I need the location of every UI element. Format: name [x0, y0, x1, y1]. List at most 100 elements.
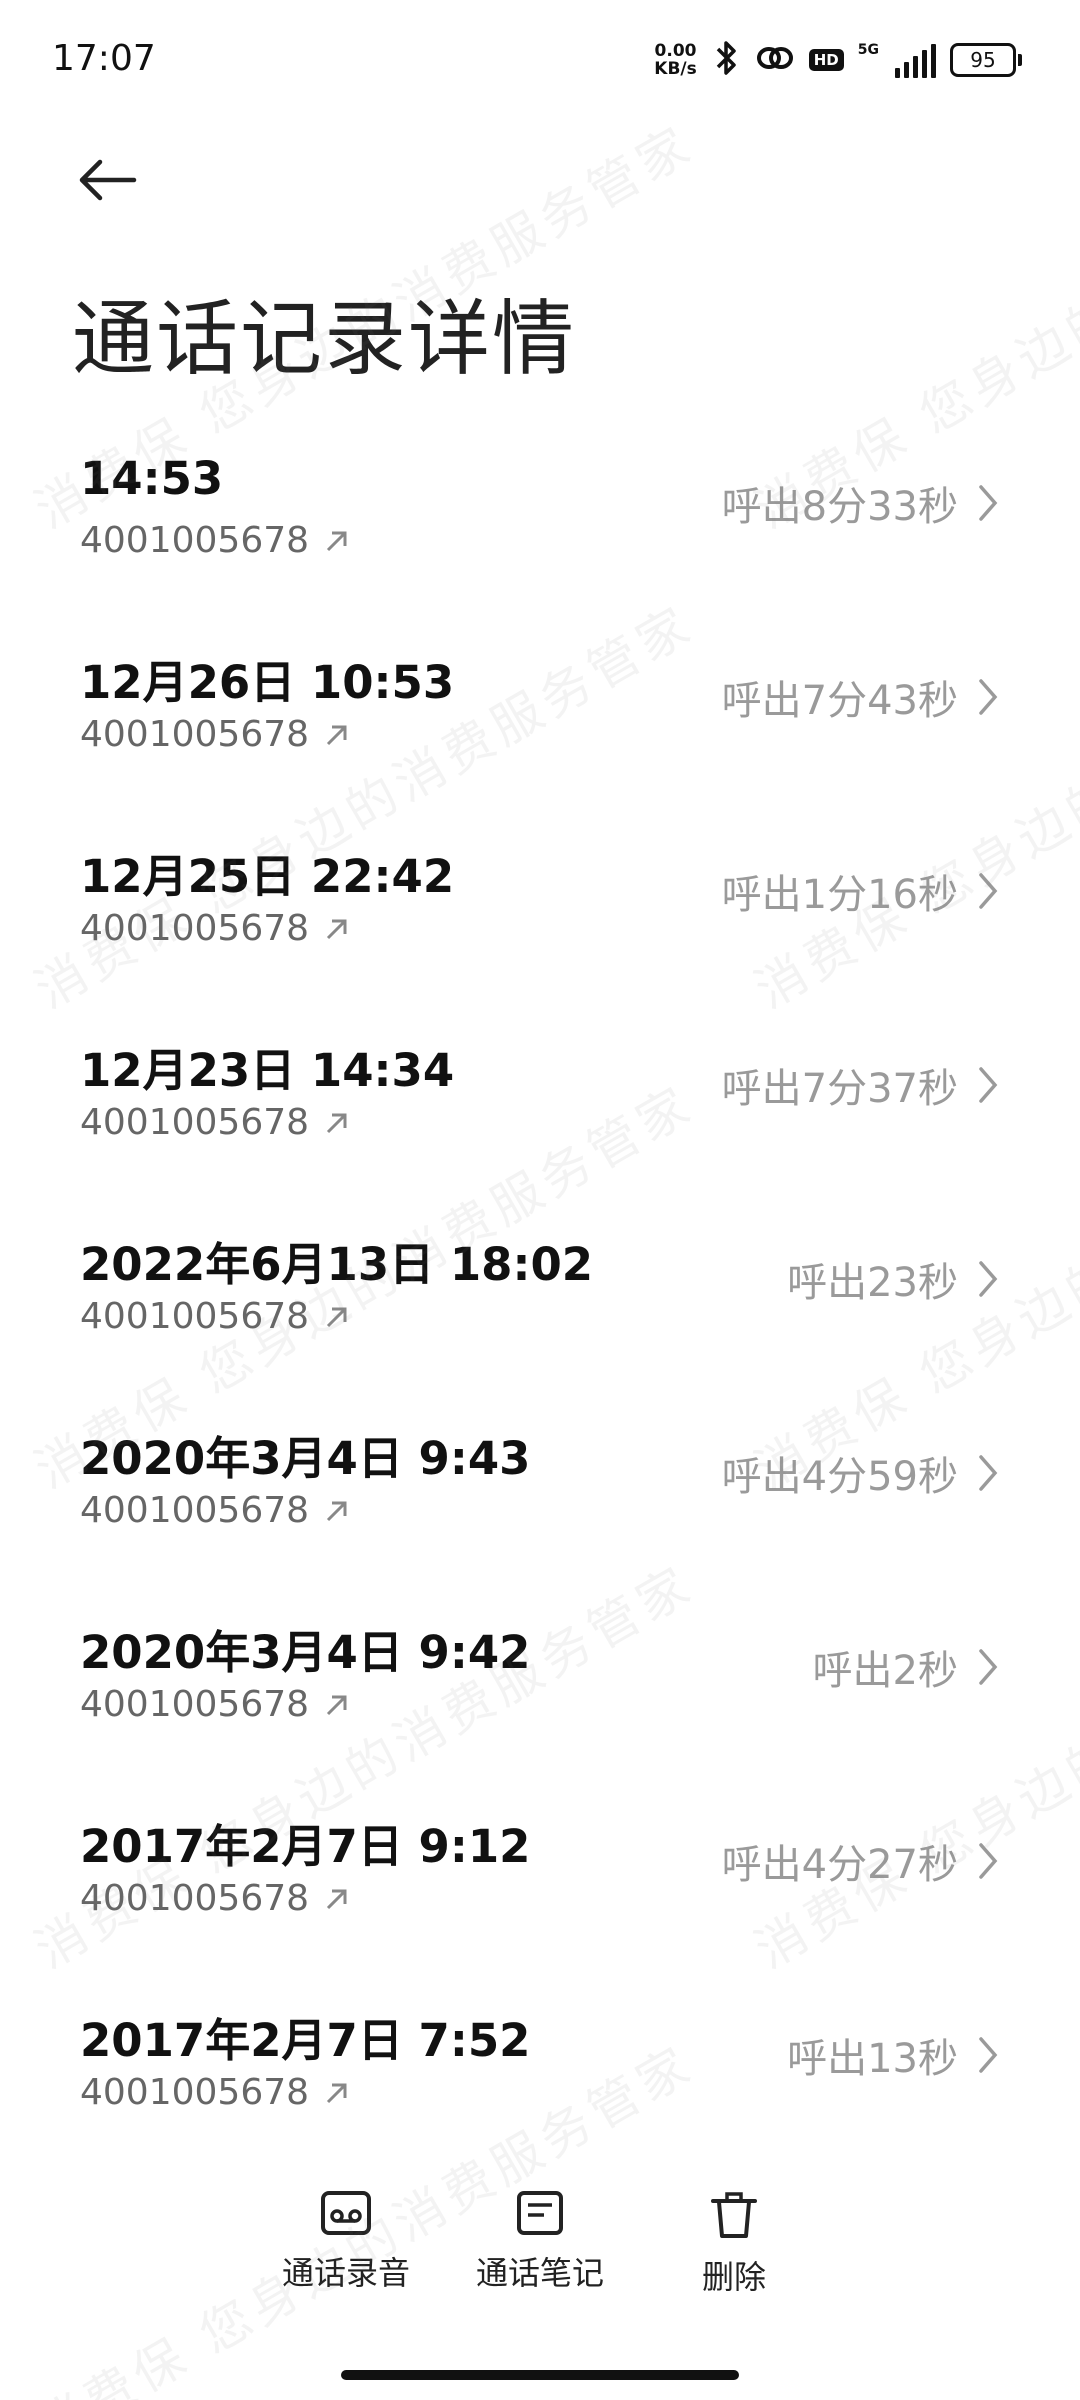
call-number: 4001005678	[80, 1490, 351, 1531]
call-detail: 呼出13秒	[787, 2026, 998, 2084]
net-speed-unit: KB/s	[654, 59, 697, 79]
delete-button[interactable]: 删除	[644, 2190, 824, 2298]
chevron-right-icon	[979, 1455, 998, 1491]
call-number: 4001005678	[80, 1684, 351, 1725]
battery-level: 95	[950, 43, 1016, 77]
delete-label: 删除	[701, 2258, 766, 2296]
outgoing-arrow-icon	[326, 1501, 347, 1521]
recording-icon	[321, 2191, 371, 2235]
phone-number: 4001005678	[80, 908, 310, 949]
chevron-right-icon	[979, 679, 998, 715]
phone-number: 4001005678	[80, 2072, 310, 2113]
outgoing-arrow-icon	[326, 725, 347, 745]
call-row[interactable]: 12月26日 10:53 4001005678 呼出7分43秒	[0, 624, 1080, 818]
net-speed: 0.00 KB/s	[654, 42, 696, 78]
call-detail: 呼出4分27秒	[722, 1832, 998, 1890]
chevron-right-icon	[979, 1261, 998, 1297]
call-list: 14:53 4001005678 呼出8分33秒 12月26日 10:53 40…	[0, 430, 1080, 2176]
call-recording-button[interactable]: 通话录音	[256, 2190, 436, 2294]
call-duration: 呼出7分37秒	[721, 1066, 958, 1112]
back-button[interactable]	[72, 150, 142, 210]
chevron-right-icon	[979, 1067, 998, 1103]
call-detail: 呼出7分43秒	[722, 668, 998, 726]
signal-icon	[895, 42, 936, 78]
call-time: 2017年2月7日 7:52	[80, 2014, 531, 2067]
call-number: 4001005678	[80, 1102, 351, 1143]
phone-number: 4001005678	[80, 1296, 310, 1337]
status-bar: 17:07 0.00 KB/s HD 5G 95	[0, 0, 1080, 120]
call-duration: 呼出8分33秒	[721, 484, 958, 530]
hd-icon: HD	[808, 49, 844, 71]
page-title: 通话记录详情	[72, 292, 577, 387]
outgoing-arrow-icon	[326, 531, 347, 551]
chevron-right-icon	[979, 873, 998, 909]
call-time: 2022年6月13日 18:02	[80, 1238, 594, 1291]
call-duration: 呼出2秒	[812, 1648, 958, 1694]
call-detail: 呼出2秒	[813, 1638, 998, 1696]
call-number: 4001005678	[80, 1878, 351, 1919]
call-time: 2017年2月7日 9:12	[80, 1820, 531, 1873]
call-time: 2020年3月4日 9:43	[80, 1432, 531, 1485]
phone-number: 4001005678	[80, 1878, 310, 1919]
call-notes-label: 通话笔记	[475, 2254, 604, 2292]
call-time: 14:53	[80, 452, 224, 505]
call-duration: 呼出13秒	[787, 2036, 958, 2082]
battery-icon: 95	[950, 43, 1022, 77]
notes-icon	[517, 2191, 563, 2235]
call-detail: 呼出23秒	[787, 1250, 998, 1308]
call-row[interactable]: 2022年6月13日 18:02 4001005678 呼出23秒	[0, 1206, 1080, 1400]
chevron-right-icon	[979, 485, 998, 521]
call-number: 4001005678	[80, 908, 351, 949]
bluetooth-icon	[711, 39, 741, 81]
call-time: 12月26日 10:53	[80, 656, 455, 709]
call-row[interactable]: 2017年2月7日 9:12 4001005678 呼出4分27秒	[0, 1788, 1080, 1982]
back-arrow-icon	[79, 159, 137, 201]
phone-number: 4001005678	[80, 714, 310, 755]
call-row[interactable]: 12月25日 22:42 4001005678 呼出1分16秒	[0, 818, 1080, 1012]
call-row[interactable]: 2020年3月4日 9:43 4001005678 呼出4分59秒	[0, 1400, 1080, 1594]
trash-icon	[711, 2192, 757, 2238]
phone-number: 4001005678	[80, 1684, 310, 1725]
call-detail: 呼出4分59秒	[722, 1444, 998, 1502]
call-number: 4001005678	[80, 2072, 351, 2113]
call-detail: 呼出8分33秒	[722, 474, 998, 532]
call-row[interactable]: 2017年2月7日 7:52 4001005678 呼出13秒	[0, 1982, 1080, 2176]
outgoing-arrow-icon	[326, 919, 347, 939]
call-duration: 呼出23秒	[787, 1260, 958, 1306]
call-number: 4001005678	[80, 520, 351, 561]
call-number: 4001005678	[80, 714, 351, 755]
call-recording-label: 通话录音	[281, 2254, 410, 2292]
phone-number: 4001005678	[80, 1490, 310, 1531]
outgoing-arrow-icon	[326, 1695, 347, 1715]
call-duration: 呼出4分27秒	[721, 1842, 958, 1888]
call-detail: 呼出1分16秒	[722, 862, 998, 920]
call-duration: 呼出7分43秒	[721, 678, 958, 724]
call-row[interactable]: 14:53 4001005678 呼出8分33秒	[0, 430, 1080, 624]
outgoing-arrow-icon	[326, 2083, 347, 2103]
outgoing-arrow-icon	[326, 1889, 347, 1909]
chevron-right-icon	[979, 1649, 998, 1685]
phone-number: 4001005678	[80, 520, 310, 561]
call-row[interactable]: 12月23日 14:34 4001005678 呼出7分37秒	[0, 1012, 1080, 1206]
call-time: 12月23日 14:34	[80, 1044, 455, 1097]
outgoing-arrow-icon	[326, 1113, 347, 1133]
chevron-right-icon	[979, 1843, 998, 1879]
call-duration: 呼出1分16秒	[721, 872, 958, 918]
call-row[interactable]: 2020年3月4日 9:42 4001005678 呼出2秒	[0, 1594, 1080, 1788]
net-speed-value: 0.00	[654, 41, 697, 61]
call-number: 4001005678	[80, 1296, 351, 1337]
call-time: 12月25日 22:42	[80, 850, 455, 903]
phone-number: 4001005678	[80, 1102, 310, 1143]
call-time: 2020年3月4日 9:42	[80, 1626, 531, 1679]
home-indicator[interactable]	[341, 2370, 739, 2380]
status-time: 17:07	[52, 38, 156, 79]
call-duration: 呼出4分59秒	[721, 1454, 958, 1500]
status-icons: 0.00 KB/s HD 5G 95	[654, 34, 1022, 86]
chevron-right-icon	[979, 2037, 998, 2073]
network-type: 5G	[857, 42, 879, 58]
call-detail: 呼出7分37秒	[722, 1056, 998, 1114]
link-icon	[755, 43, 795, 77]
outgoing-arrow-icon	[326, 1307, 347, 1327]
call-notes-button[interactable]: 通话笔记	[450, 2190, 630, 2294]
bottom-action-bar: 通话录音 通话笔记 删除	[0, 2180, 1080, 2310]
